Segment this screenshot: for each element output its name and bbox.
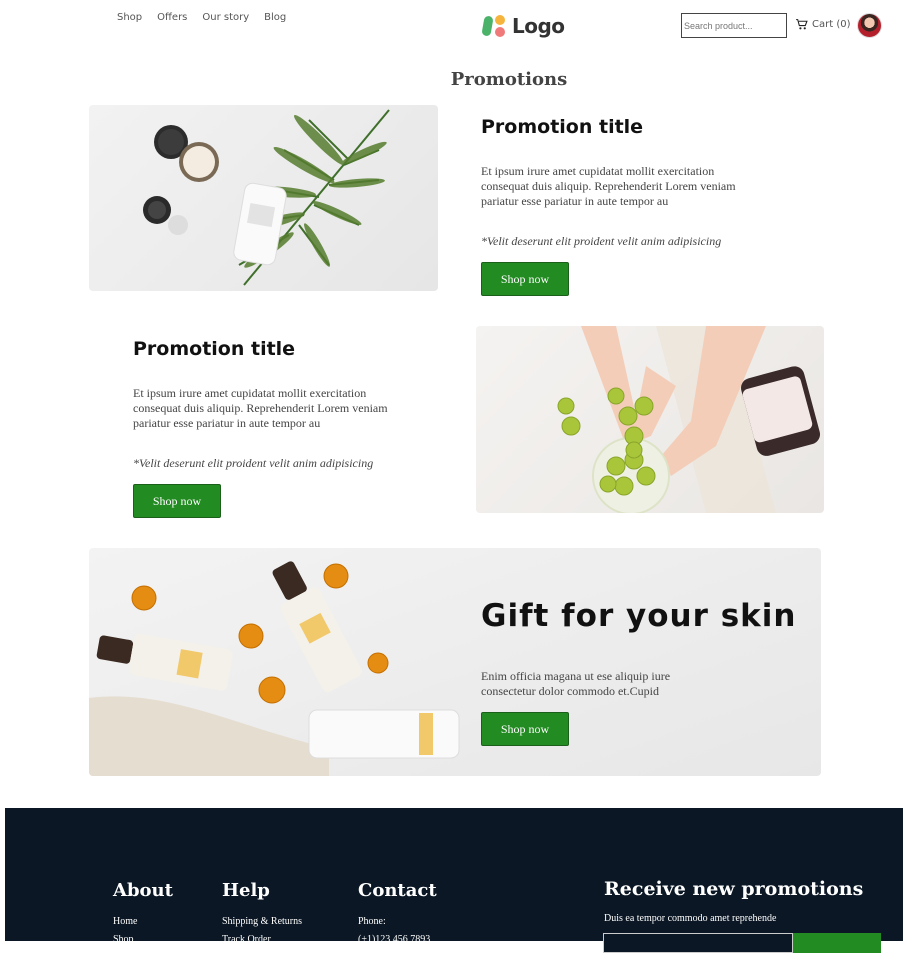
promo-title: Promotion title (481, 116, 644, 138)
footer-link-shipping[interactable]: Shipping & Returns (222, 916, 302, 927)
footer: About Home Shop Help Shipping & Returns … (5, 808, 903, 953)
promo-image-gummies (476, 326, 824, 513)
gift-banner-image (89, 548, 821, 776)
promo-image-cosmetics (89, 105, 438, 291)
main-nav: Shop Offers Our story Blog (117, 12, 286, 23)
user-avatar[interactable] (857, 13, 882, 38)
footer-link-home[interactable]: Home (113, 916, 137, 927)
newsletter-email-field[interactable] (603, 933, 793, 953)
footer-promotions-subtitle: Duis ea tempor commodo amet reprehende (604, 913, 777, 924)
logo-icon (481, 14, 507, 38)
promo-note: *Velit deserunt elit proident velit anim… (133, 456, 374, 470)
cart-label: Cart (0) (812, 19, 851, 30)
footer-about-title: About (113, 880, 173, 901)
gift-title: Gift for your skin (481, 598, 797, 634)
gift-description: Enim officia magana ut ese aliquip iure … (481, 669, 671, 698)
nav-our-story[interactable]: Our story (202, 12, 249, 23)
footer-contact-phone: (+1)123 456 7893 (358, 934, 431, 945)
promo-note: *Velit deserunt elit proident velit anim… (481, 234, 722, 248)
footer-contact-phone-label: Phone: (358, 916, 386, 927)
gift-shop-now-button[interactable]: Shop now (481, 712, 569, 746)
cart-button[interactable]: Cart (0) (795, 18, 851, 31)
promo-description: Et ipsum irure amet cupidatat mollit exe… (133, 386, 388, 430)
promo-description: Et ipsum irure amet cupidatat mollit exe… (481, 164, 736, 208)
search-input[interactable] (681, 13, 787, 38)
shop-now-button[interactable]: Shop now (133, 484, 221, 518)
footer-help-title: Help (222, 880, 270, 901)
footer-link-track-order[interactable]: Track Order (222, 934, 271, 945)
footer-contact-title: Contact (358, 880, 437, 901)
newsletter-submit-button[interactable] (793, 933, 881, 953)
promo-title: Promotion title (133, 338, 296, 360)
nav-shop[interactable]: Shop (117, 12, 142, 23)
page-title: Promotions (450, 69, 568, 90)
cart-icon (796, 19, 808, 30)
nav-blog[interactable]: Blog (264, 12, 286, 23)
footer-link-shop[interactable]: Shop (113, 934, 134, 945)
footer-promotions-title: Receive new promotions (604, 878, 864, 900)
logo[interactable]: Logo (481, 14, 565, 38)
logo-text: Logo (512, 14, 565, 38)
shop-now-button[interactable]: Shop now (481, 262, 569, 296)
nav-offers[interactable]: Offers (157, 12, 187, 23)
